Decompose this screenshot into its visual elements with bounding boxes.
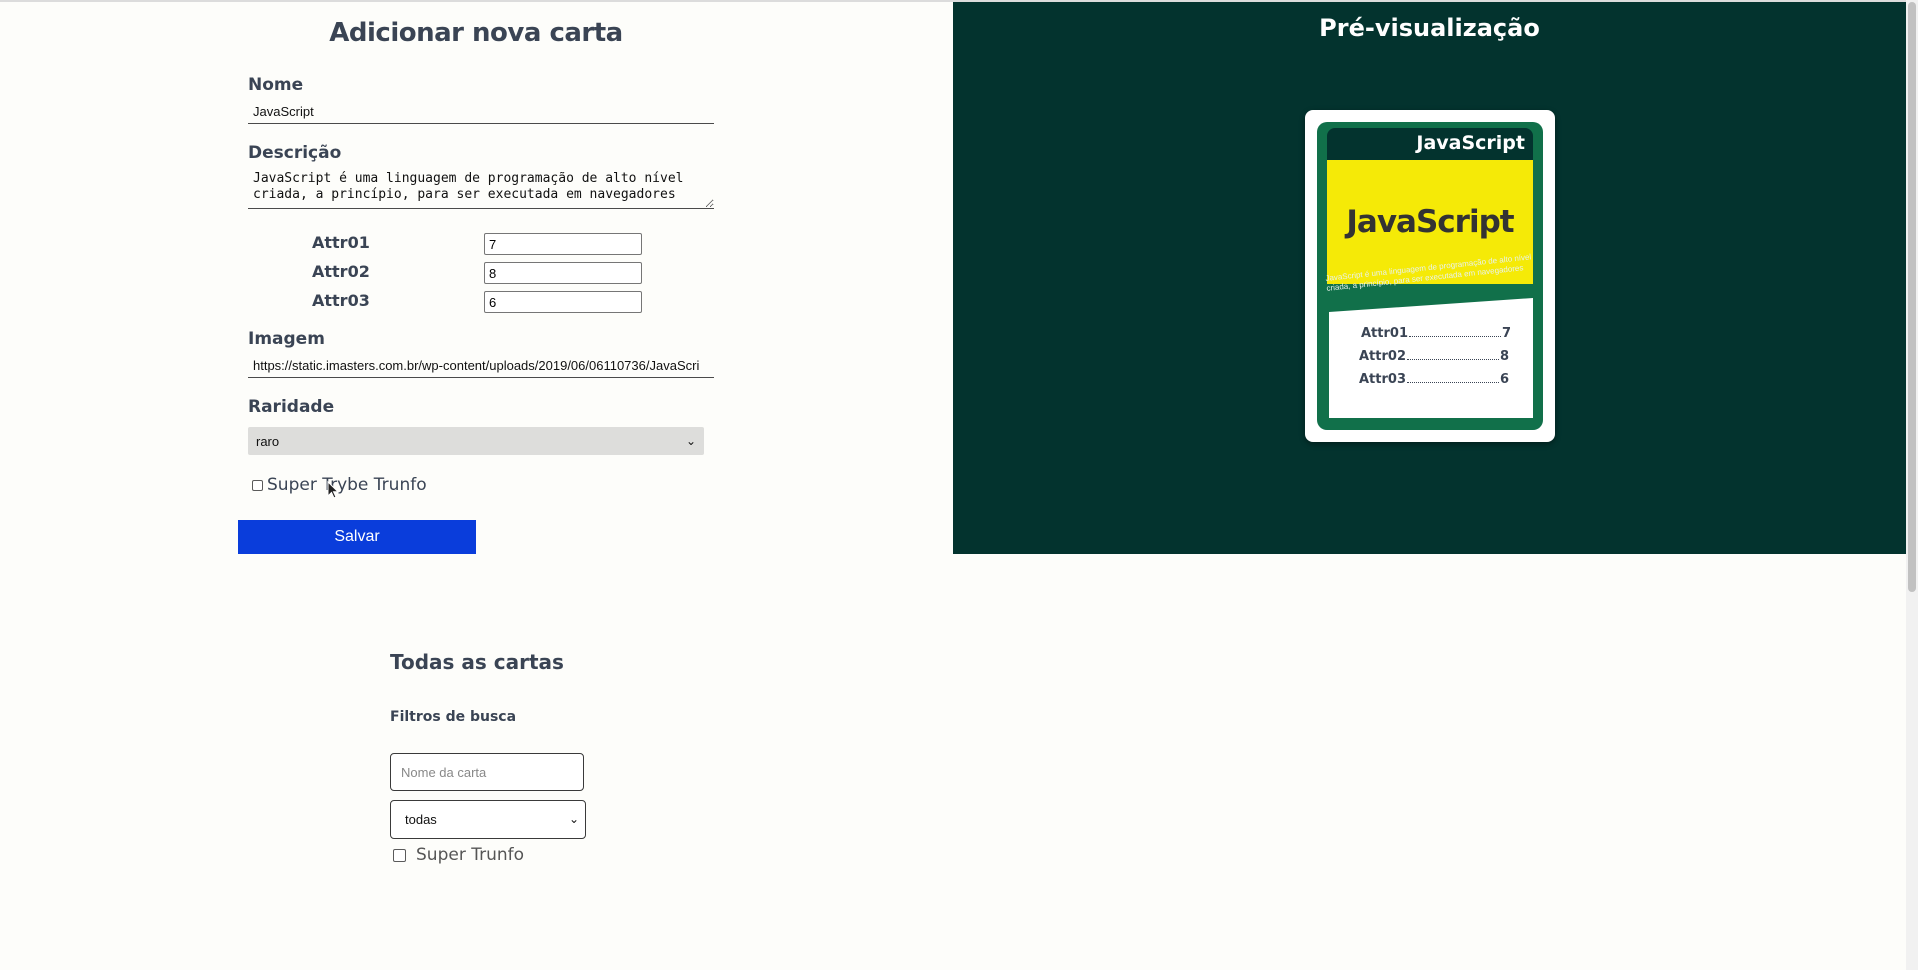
- card-name-bar: JavaScript: [1327, 128, 1533, 160]
- filter-name-input[interactable]: [390, 753, 584, 791]
- filter-trunfo-option: Super Trunfo: [393, 845, 524, 865]
- card-attr-label: Attr01: [1361, 326, 1408, 341]
- save-button[interactable]: Salvar: [238, 520, 476, 554]
- card-body: JavaScript JavaScript JavaScript é uma l…: [1317, 122, 1543, 430]
- dot-leader: [1409, 326, 1501, 337]
- card-attr-label: Attr03: [1359, 372, 1406, 387]
- trunfo-checkbox[interactable]: [252, 479, 263, 491]
- rarity-label: Raridade: [248, 397, 335, 417]
- card-image-logo-text: JavaScript: [1346, 204, 1514, 240]
- card-attr-label: Attr02: [1359, 349, 1406, 364]
- filter-trunfo-checkbox[interactable]: [393, 848, 406, 862]
- filter-rarity-select[interactable]: todas ⌄: [390, 800, 586, 839]
- filters-title: Filtros de busca: [390, 709, 517, 725]
- dot-leader: [1407, 349, 1499, 360]
- card-attr-value: 8: [1499, 349, 1509, 364]
- card-attr-value: 7: [1501, 326, 1511, 341]
- description-textarea[interactable]: JavaScript é uma linguagem de programaçã…: [248, 169, 714, 209]
- cursor-icon: [327, 480, 340, 499]
- name-label: Nome: [248, 75, 304, 95]
- image-label: Imagem: [248, 329, 325, 349]
- attr3-input[interactable]: [484, 291, 642, 313]
- attr1-label: Attr01: [312, 233, 370, 252]
- image-url-input[interactable]: [248, 354, 714, 378]
- card-name: JavaScript: [1416, 132, 1525, 154]
- filter-trunfo-label: Super Trunfo: [416, 845, 525, 865]
- card-preview: JavaScript JavaScript JavaScript é uma l…: [1305, 110, 1555, 442]
- dot-leader: [1407, 372, 1499, 383]
- attr3-label: Attr03: [312, 291, 370, 310]
- chevron-down-icon: ⌄: [685, 434, 696, 448]
- all-cards-title: Todas as cartas: [390, 650, 564, 674]
- attr1-input[interactable]: [484, 233, 642, 255]
- rarity-select[interactable]: raro ⌄: [248, 427, 704, 455]
- form-title: Adicionar nova carta: [329, 18, 623, 48]
- page-scrollbar[interactable]: [1906, 0, 1918, 970]
- card-attr-row: Attr03 6: [1359, 372, 1509, 387]
- attr2-label: Attr02: [312, 262, 370, 281]
- name-input[interactable]: [248, 100, 714, 124]
- trunfo-label: Super Trybe Trunfo: [267, 475, 427, 495]
- card-attr-row: Attr01 7: [1361, 326, 1511, 341]
- description-label: Descrição: [248, 143, 342, 163]
- preview-panel: Pré-visualização JavaScript JavaScript J…: [953, 2, 1906, 554]
- card-attr-row: Attr02 8: [1359, 349, 1509, 364]
- filter-rarity-value: todas: [405, 812, 437, 827]
- card-attributes: Attr01 7 Attr02 8 Attr03 6: [1329, 298, 1533, 418]
- attr2-input[interactable]: [484, 262, 642, 284]
- card-attr-value: 6: [1499, 372, 1509, 387]
- rarity-select-value: raro: [256, 433, 280, 449]
- chevron-down-icon: ⌄: [568, 812, 579, 826]
- preview-title: Pré-visualização: [1319, 14, 1540, 42]
- scrollbar-thumb[interactable]: [1908, 2, 1916, 592]
